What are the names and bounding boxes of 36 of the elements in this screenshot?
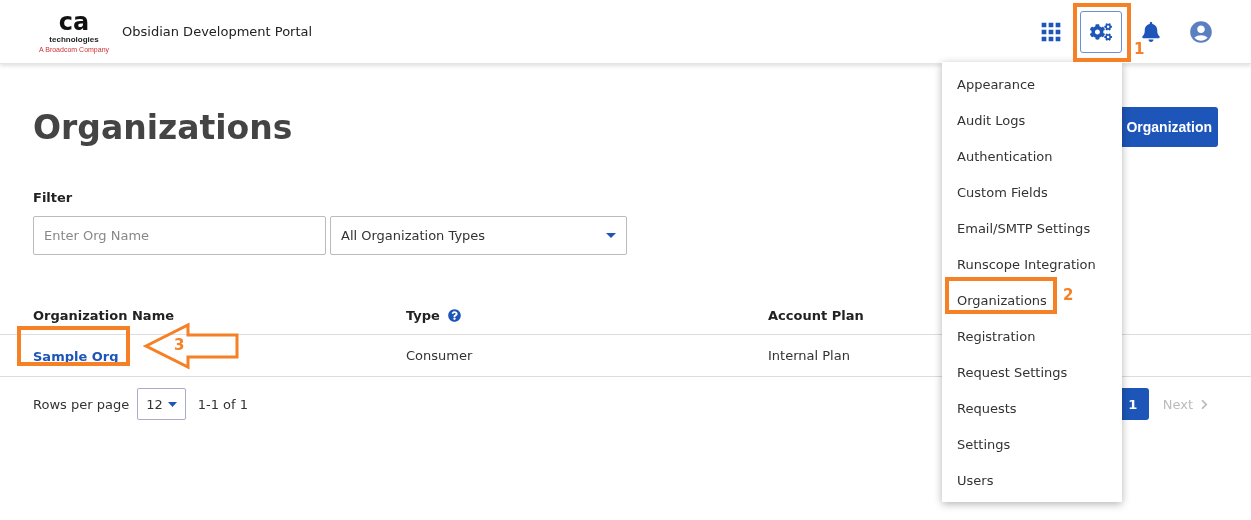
menu-item[interactable]: Users (942, 462, 1000, 498)
table-cell-text: Consumer (406, 348, 474, 363)
filter-label: Filter (33, 190, 73, 205)
annotation-number: 3 (174, 336, 185, 354)
org-type-dropdown[interactable]: All Organization Types (330, 216, 627, 255)
menu-item[interactable]: Organizations (942, 282, 1053, 318)
portal-title: Obsidian Development Portal (122, 24, 314, 39)
menu-item[interactable]: Email/SMTP Settings (942, 210, 1097, 246)
highlight-frame (1073, 3, 1131, 62)
chevron-right-icon (1199, 398, 1210, 410)
menu-item[interactable]: Custom Fields (942, 174, 1054, 210)
column-header: Account Plan (768, 308, 864, 323)
menu-item[interactable]: Settings (942, 426, 1017, 462)
caret-icon (167, 401, 177, 407)
caret-icon (606, 233, 616, 238)
menu-item[interactable]: Audit Logs (942, 102, 1032, 138)
table-cell-text: Internal Plan (768, 348, 851, 363)
help-icon[interactable] (447, 309, 461, 322)
page-title: Organizations (33, 107, 293, 147)
annotation-number: 2 (1063, 286, 1074, 304)
menu-item[interactable]: Requests (942, 390, 1023, 426)
menu-item[interactable]: Appearance (942, 66, 1042, 102)
arrow-icon (143, 322, 240, 370)
column-header: Type (406, 308, 440, 323)
rows-per-page-label: Rows per page (33, 396, 130, 412)
column-header: Organization Name (33, 308, 174, 323)
settings-button[interactable] (1080, 10, 1122, 53)
menu-item[interactable]: Registration (942, 318, 1042, 354)
menu-item[interactable]: Request Settings (942, 354, 1074, 390)
gear-icon (1090, 20, 1112, 43)
rows-per-page-dropdown[interactable]: 12 (137, 388, 186, 420)
menu-item[interactable]: Authentication (942, 138, 1059, 174)
annotation-number: 1 (1134, 40, 1145, 58)
range-label: 1-1 of 1 (197, 396, 248, 412)
menu-item[interactable]: Runscope Integration (942, 246, 1102, 282)
org-name-field[interactable]: Enter Org Name (33, 216, 326, 255)
